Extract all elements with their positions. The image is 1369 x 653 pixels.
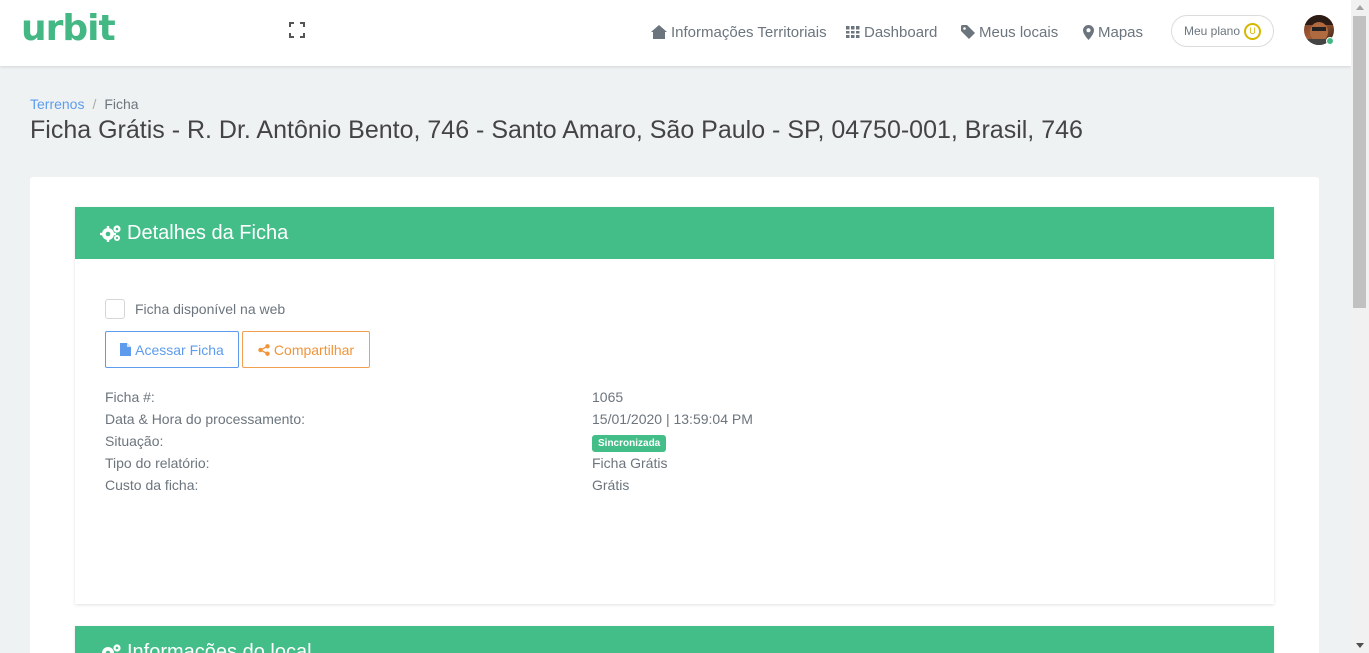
nav-label: Dashboard <box>864 23 938 41</box>
status-badge: Sincronizada <box>592 435 667 452</box>
share-icon <box>258 343 270 356</box>
detail-row-situacao: Situação: Sincronizada <box>105 433 1205 455</box>
nav-dashboard[interactable]: Dashboard <box>846 22 937 42</box>
home-icon <box>651 25 667 39</box>
breadcrumb-current: Ficha <box>104 96 139 112</box>
file-icon <box>120 343 132 356</box>
detail-label: Tipo do relatório: <box>105 455 210 471</box>
nav-label: Mapas <box>1098 23 1144 41</box>
breadcrumb-terrenos[interactable]: Terrenos <box>30 96 84 112</box>
nav-informacoes-territoriais[interactable]: Informações Territoriais <box>651 22 827 42</box>
web-available-checkbox[interactable] <box>105 299 125 319</box>
nav-meus-locais[interactable]: Meus locais <box>961 22 1058 42</box>
online-status-icon <box>1326 37 1334 45</box>
panel-header: Detalhes da Ficha <box>75 207 1274 259</box>
detail-row-custo: Custo da ficha: Grátis <box>105 477 1205 499</box>
panel-title: Informações do local <box>127 640 312 653</box>
scrollbar[interactable] <box>1351 0 1369 653</box>
detail-label: Data & Hora do processamento: <box>105 411 305 427</box>
meu-plano-button[interactable]: Meu plano U <box>1171 15 1274 47</box>
button-label: Compartilhar <box>273 341 355 358</box>
panel-title: Detalhes da Ficha <box>127 221 289 244</box>
detail-value: Ficha Grátis <box>592 455 668 471</box>
detail-value: 15/01/2020 | 13:59:04 PM <box>592 411 753 427</box>
scroll-down-arrow-icon[interactable] <box>1356 643 1364 648</box>
grid-icon <box>846 26 860 38</box>
nav-label: Meus locais <box>979 23 1059 41</box>
panel-informacoes-local: Informações do local <box>75 626 1274 653</box>
detail-value: Grátis <box>592 477 630 493</box>
breadcrumb: Terrenos / Ficha <box>30 96 139 112</box>
panel-header: Informações do local <box>75 626 1274 653</box>
gears-icon <box>102 644 121 653</box>
panel-detalhes-ficha: Detalhes da Ficha Ficha disponível na we… <box>75 207 1274 604</box>
tag-icon <box>961 25 975 39</box>
detail-row-data-hora: Data & Hora do processamento: 15/01/2020… <box>105 411 1205 433</box>
nav-label: Informações Territoriais <box>671 23 827 41</box>
top-navbar: urbit Informações Territoriais Dashboard… <box>0 0 1351 66</box>
detail-value: Sincronizada <box>592 433 667 452</box>
checkbox-label: Ficha disponível na web <box>135 301 286 317</box>
plan-badge-icon: U <box>1244 22 1262 40</box>
fullscreen-icon[interactable] <box>287 20 307 40</box>
button-label: Acessar Ficha <box>135 341 224 358</box>
compartilhar-button[interactable]: Compartilhar <box>242 331 370 368</box>
detail-label: Ficha #: <box>105 389 155 405</box>
detail-label: Custo da ficha: <box>105 477 199 493</box>
breadcrumb-separator: / <box>92 96 97 112</box>
detail-row-tipo-relatorio: Tipo do relatório: Ficha Grátis <box>105 455 1205 477</box>
scroll-thumb[interactable] <box>1353 16 1366 308</box>
detail-value: 1065 <box>592 389 624 405</box>
urbit-logo[interactable]: urbit <box>21 8 116 49</box>
plan-label: Meu plano <box>1183 24 1241 38</box>
detail-row-ficha-numero: Ficha #: 1065 <box>105 389 1205 411</box>
acessar-ficha-button[interactable]: Acessar Ficha <box>105 331 239 368</box>
map-marker-icon <box>1083 24 1094 40</box>
nav-mapas[interactable]: Mapas <box>1083 22 1143 42</box>
detail-label: Situação: <box>105 433 164 449</box>
page-title: Ficha Grátis - R. Dr. Antônio Bento, 746… <box>30 116 1083 144</box>
web-available-row: Ficha disponível na web <box>105 299 285 319</box>
gears-icon <box>100 225 121 242</box>
scroll-up-arrow-icon[interactable] <box>1356 5 1364 10</box>
